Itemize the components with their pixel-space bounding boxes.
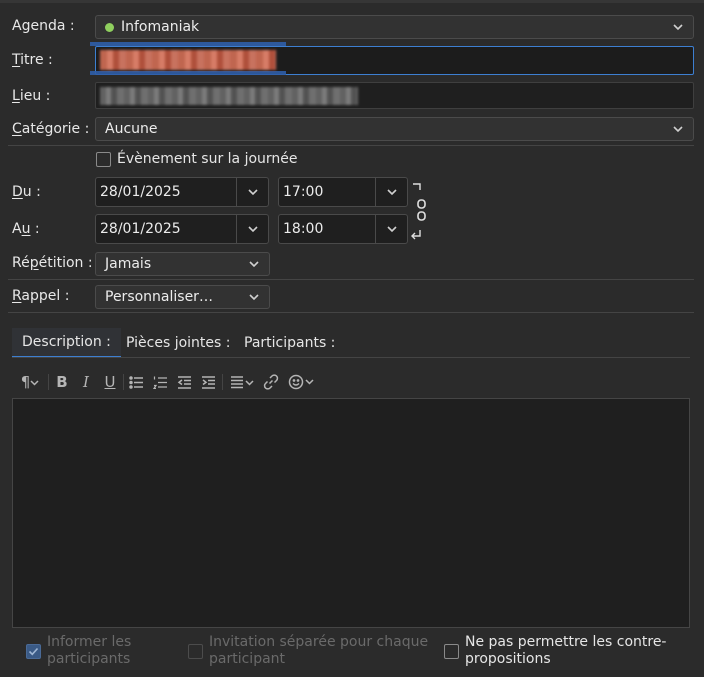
- inform-participants-checkbox[interactable]: [26, 644, 41, 659]
- tab-description[interactable]: Description :: [12, 328, 121, 358]
- numbered-list-icon[interactable]: [151, 373, 169, 391]
- separate-invitation-checkbox[interactable]: [188, 644, 203, 659]
- du-time-dropdown-button[interactable]: [375, 178, 407, 206]
- lieu-label: Lieu :: [12, 88, 51, 104]
- underline-icon[interactable]: U: [101, 373, 119, 391]
- separator: [8, 279, 694, 280]
- au-date-picker[interactable]: 28/01/2025: [95, 214, 269, 244]
- bold-icon[interactable]: B: [53, 373, 71, 391]
- au-label: Au :: [12, 221, 40, 237]
- checkmark-icon: [28, 647, 39, 656]
- separator: [8, 312, 694, 313]
- categorie-combo[interactable]: Aucune: [95, 117, 694, 141]
- no-counter-proposals-checkbox[interactable]: [444, 644, 459, 659]
- au-time-value: 18:00: [283, 221, 324, 237]
- du-date-picker[interactable]: 28/01/2025: [95, 177, 269, 207]
- tab-description-label: Description :: [22, 334, 111, 350]
- chevron-down-icon: [673, 126, 683, 133]
- chevron-down-icon: [247, 226, 258, 233]
- chevron-down-icon: [386, 226, 397, 233]
- au-date-value: 28/01/2025: [100, 221, 181, 237]
- agenda-label: Agenda :: [12, 18, 75, 34]
- chevron-down-icon: [247, 189, 258, 196]
- tab-bar-line: [12, 357, 690, 358]
- window-top-edge: [0, 0, 704, 3]
- du-date-dropdown-button[interactable]: [236, 178, 268, 206]
- no-counter-proposals-label: Ne pas permettre les contre- proposition…: [465, 634, 666, 668]
- titre-label: Titre :: [12, 52, 53, 68]
- align-icon[interactable]: [227, 373, 257, 391]
- rappel-label: Rappel :: [12, 288, 70, 304]
- au-time-picker[interactable]: 18:00: [278, 214, 408, 244]
- agenda-status-dot: [105, 22, 114, 32]
- titre-redaction-bottom: [90, 71, 286, 75]
- tab-participants[interactable]: Participants :: [234, 328, 345, 358]
- titre-redaction-top: [90, 42, 286, 46]
- du-time-value: 17:00: [283, 184, 324, 200]
- separate-invitation-label-line2: participant: [209, 651, 286, 667]
- du-label: Du :: [12, 184, 41, 200]
- separate-invitation-label: Invitation séparée pour chaque participa…: [209, 634, 428, 668]
- chevron-down-icon: [249, 294, 259, 301]
- description-editor[interactable]: [12, 398, 690, 628]
- inform-participants-label-line1: Informer les: [47, 634, 132, 650]
- link-duration-icon[interactable]: [410, 182, 428, 240]
- categorie-value: Aucune: [105, 121, 158, 137]
- tab-attachments[interactable]: Pièces jointes :: [116, 328, 240, 358]
- no-counter-proposals-label-line1: Ne pas permettre les contre-: [465, 634, 667, 650]
- categorie-label: Catégorie :: [12, 121, 90, 137]
- du-date-value: 28/01/2025: [100, 184, 181, 200]
- titre-redacted-text: [100, 50, 276, 70]
- repetition-value: Jamais: [105, 256, 152, 272]
- separate-invitation-label-line1: Invitation séparée pour chaque: [209, 634, 429, 650]
- chevron-down-icon: [386, 189, 397, 196]
- indent-icon[interactable]: [199, 373, 217, 391]
- no-counter-proposals-label-line2: propositions: [465, 651, 551, 667]
- toolbar-separator: [222, 374, 223, 390]
- inform-participants-label: Informer les participants: [47, 634, 131, 668]
- paragraph-icon[interactable]: ¶: [15, 373, 45, 391]
- chevron-down-icon: [673, 24, 683, 31]
- bullet-list-icon[interactable]: [127, 373, 145, 391]
- agenda-combo[interactable]: Infomaniak: [95, 15, 694, 39]
- tab-attachments-label: Pièces jointes :: [126, 335, 231, 351]
- toolbar-separator: [123, 374, 124, 390]
- chevron-down-icon: [249, 261, 259, 268]
- italic-icon[interactable]: I: [77, 373, 95, 391]
- agenda-value: Infomaniak: [121, 19, 200, 35]
- du-time-picker[interactable]: 17:00: [278, 177, 408, 207]
- allday-label: Évènement sur la journée: [117, 151, 298, 167]
- rappel-value: Personnaliser…: [105, 289, 213, 305]
- tab-participants-label: Participants :: [244, 335, 336, 351]
- link-icon[interactable]: [262, 373, 280, 391]
- allday-checkbox[interactable]: [96, 152, 111, 167]
- repetition-combo[interactable]: Jamais: [95, 252, 270, 276]
- outdent-icon[interactable]: [175, 373, 193, 391]
- repetition-label: Répétition :: [12, 255, 93, 271]
- lieu-redacted-text: [100, 87, 358, 105]
- rappel-combo[interactable]: Personnaliser…: [95, 285, 270, 309]
- au-time-dropdown-button[interactable]: [375, 215, 407, 243]
- toolbar-separator: [48, 374, 49, 390]
- emoji-icon[interactable]: [286, 373, 316, 391]
- au-date-dropdown-button[interactable]: [236, 215, 268, 243]
- separator: [8, 145, 694, 146]
- inform-participants-label-line2: participants: [47, 651, 131, 667]
